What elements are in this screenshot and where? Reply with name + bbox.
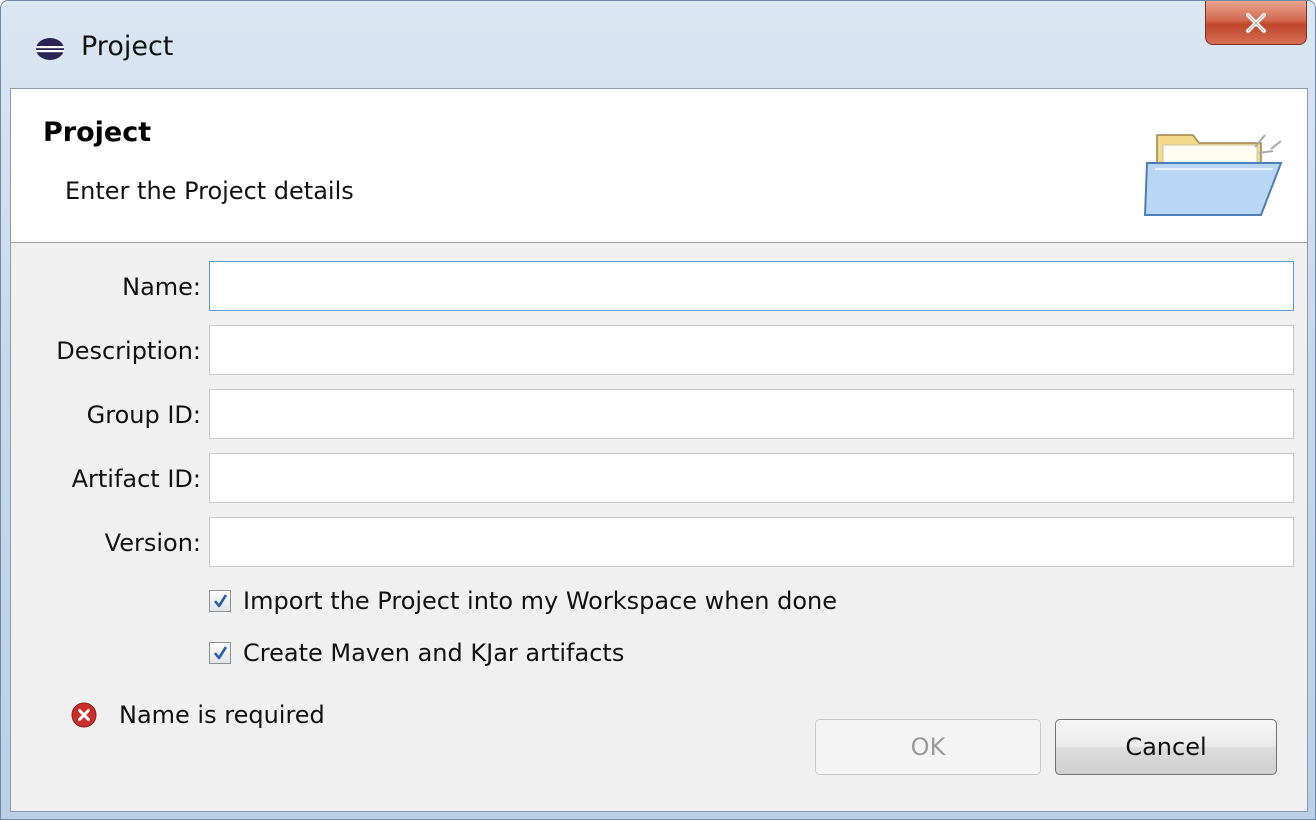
group-id-row: Group ID: — [11, 389, 1307, 441]
artifact-id-input[interactable] — [209, 453, 1294, 503]
import-project-option[interactable]: Import the Project into my Workspace whe… — [209, 583, 837, 619]
name-input[interactable] — [209, 261, 1294, 311]
ok-button[interactable]: OK — [815, 719, 1041, 775]
banner-title: Project — [43, 117, 152, 148]
create-maven-option[interactable]: Create Maven and KJar artifacts — [209, 635, 624, 671]
description-input[interactable] — [209, 325, 1294, 375]
error-message: Name is required — [71, 701, 325, 729]
cancel-button[interactable]: Cancel — [1055, 719, 1277, 775]
import-project-label: Import the Project into my Workspace whe… — [243, 587, 837, 615]
checkmark-icon — [213, 646, 228, 660]
error-text: Name is required — [119, 701, 325, 729]
window-title: Project — [81, 31, 174, 62]
create-maven-label: Create Maven and KJar artifacts — [243, 639, 625, 667]
open-folder-icon — [1143, 123, 1293, 223]
version-row: Version: — [11, 517, 1307, 569]
create-maven-checkbox[interactable] — [209, 642, 231, 664]
name-row: Name: — [11, 261, 1307, 313]
name-label: Name: — [122, 273, 201, 301]
checkmark-icon — [213, 594, 228, 608]
description-label: Description: — [56, 337, 201, 365]
close-icon — [1246, 12, 1266, 33]
banner-subtitle: Enter the Project details — [65, 177, 354, 205]
eclipse-icon — [35, 37, 65, 61]
version-input[interactable] — [209, 517, 1294, 567]
title-bar[interactable]: Project — [1, 1, 1315, 87]
group-id-input[interactable] — [209, 389, 1294, 439]
artifact-id-label: Artifact ID: — [71, 465, 201, 493]
group-id-label: Group ID: — [86, 401, 201, 429]
dialog-client-area: Project Enter the Project details Name: … — [10, 88, 1308, 812]
import-project-checkbox[interactable] — [209, 590, 231, 612]
close-button[interactable] — [1205, 1, 1307, 45]
description-row: Description: — [11, 325, 1307, 377]
artifact-id-row: Artifact ID: — [11, 453, 1307, 505]
title-banner: Project Enter the Project details — [11, 89, 1307, 243]
error-icon — [71, 702, 97, 728]
version-label: Version: — [104, 529, 201, 557]
dialog-window: Project Project Enter the Project detail… — [0, 0, 1316, 820]
